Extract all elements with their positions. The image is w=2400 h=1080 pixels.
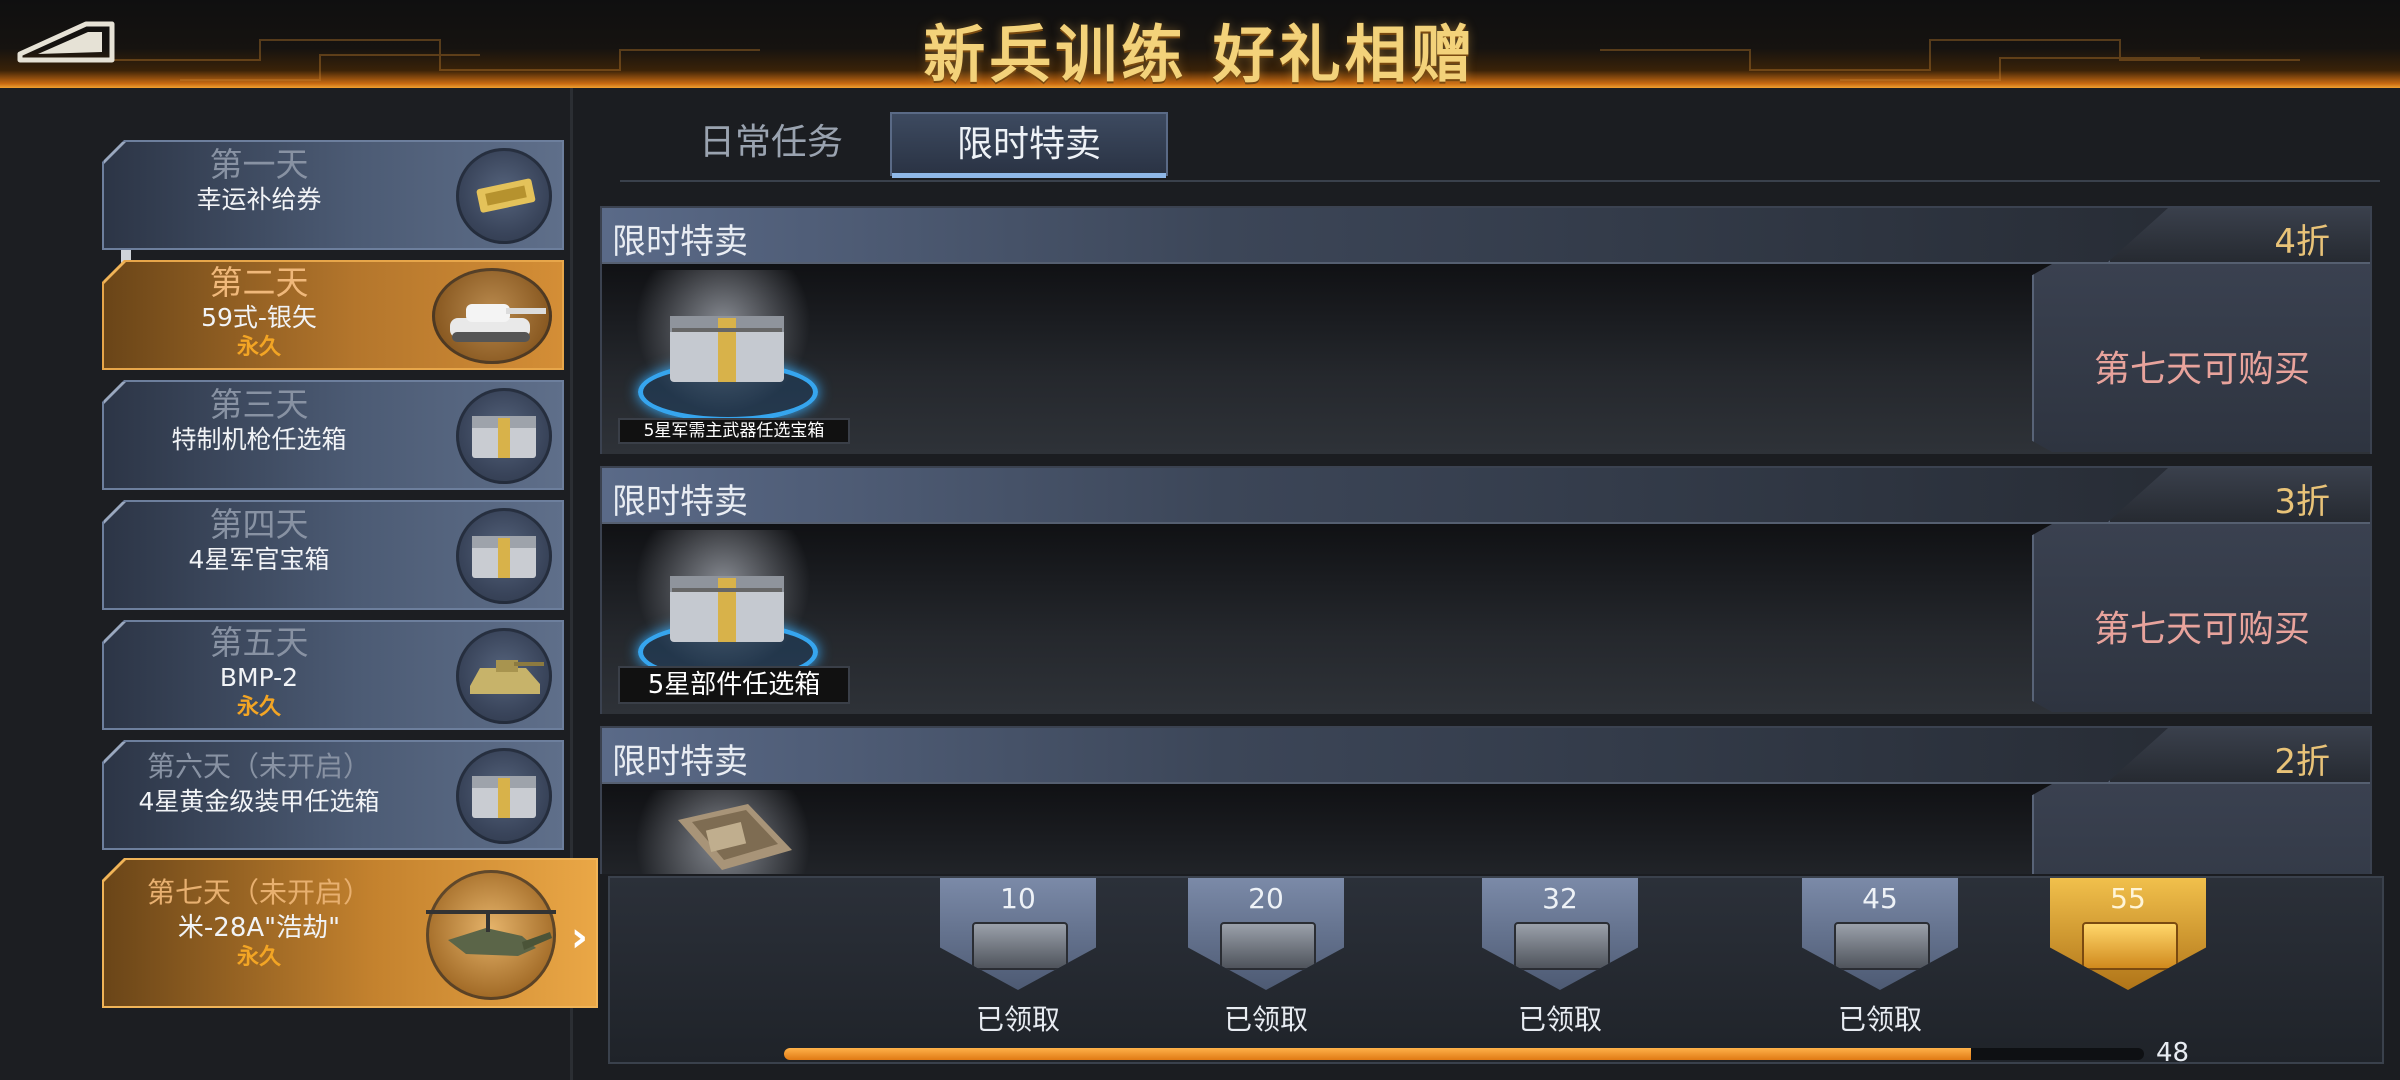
day-label: 第五天 [209,623,309,662]
coupon-icon [456,148,552,244]
sale-list[interactable]: 限时特卖 4折 5星军需主武器任选宝箱 第七天可购买 限时特卖 3折 5星部件任… [600,206,2372,874]
crate-icon [670,316,784,382]
buy-button[interactable]: 第七天可购买 [2032,524,2370,712]
permanent-badge: 永久 [236,945,281,970]
day-reward-name: 幸运补给券 [196,185,322,214]
day-reward-name: 4星黄金级装甲任选箱 [138,787,380,816]
reward-progress-bar: 10 已领取 20 已领取 32 已领取 45 已领取 55 48 [608,876,2384,1068]
day-label: 第三天 [209,385,309,424]
item-name: 5星军需主武器任选宝箱 [618,418,850,444]
claimed-status: 已领取 [975,1003,1060,1036]
day-reward-name: 59式-银矢 [201,303,317,332]
reward-points: 20 [1248,882,1284,915]
day-card-7[interactable]: 第七天（未开启） 米-28A"浩劫" 永久 › [102,858,598,1008]
crate-icon [456,748,552,844]
discount-tag [2108,468,2370,522]
sale-title: 限时特卖 [612,482,748,522]
day-reward-name: 4星军官宝箱 [188,545,330,574]
tab-underline [892,173,1166,178]
helicopter-icon [420,870,560,1000]
reward-chest-55[interactable]: 55 [2050,878,2206,990]
item-name: 5星部件任选箱 [618,666,850,704]
reward-points: 45 [1862,882,1898,915]
sale-header: 限时特卖 2折 [602,728,2370,784]
chest-icon [1220,922,1316,970]
chest-icon [1834,922,1930,970]
day-card-3[interactable]: 第三天 特制机枪任选箱 [102,380,564,490]
tab-daily-tasks[interactable]: 日常任务 [632,112,910,176]
tab-flash-sale[interactable]: 限时特卖 [890,112,1168,178]
discount-label: 2折 [2274,742,2330,782]
day-card-4[interactable]: 第四天 4星军官宝箱 [102,500,564,610]
sale-body [602,784,2370,874]
chest-icon [1514,922,1610,970]
reward-points: 32 [1542,882,1578,915]
sale-body: 5星军需主武器任选宝箱 第七天可购买 [602,264,2370,454]
page-title: 新兵训练 好礼相赠 [923,18,1477,88]
back-icon[interactable] [16,14,118,66]
reward-chest-32[interactable]: 32 [1482,878,1638,990]
sale-title: 限时特卖 [612,222,748,262]
discount-label: 4折 [2274,222,2330,262]
armored-vehicle-icon [456,628,552,724]
claimed-status: 已领取 [1223,1003,1308,1036]
gold-chest-icon [2082,922,2178,970]
progress-fill [784,1048,1972,1060]
day-card-6[interactable]: 第六天（未开启） 4星黄金级装甲任选箱 [102,740,564,850]
progress-value: 48 [2156,1038,2190,1068]
buy-button-label: 第七天可购买 [2093,609,2310,650]
sale-header: 限时特卖 3折 [602,468,2370,524]
claimed-status: 已领取 [1517,1003,1602,1036]
sale-item[interactable] [618,790,828,874]
day-reward-name: 特制机枪任选箱 [171,425,347,454]
sale-body: 5星部件任选箱 第七天可购买 [602,524,2370,714]
day-reward-name: 米-28A"浩劫" [177,913,341,943]
day-card-2[interactable]: 第二天 59式-银矢 永久 [102,260,564,370]
progress-track [784,1048,2144,1060]
component-icon [678,804,792,870]
reward-chest-10[interactable]: 10 [940,878,1096,990]
permanent-badge: 永久 [236,695,281,720]
discount-tag [2108,728,2370,782]
sale-title: 限时特卖 [612,742,748,782]
day-reward-name: BMP-2 [219,663,299,692]
buy-button[interactable] [2032,784,2370,874]
reward-chest-20[interactable]: 20 [1188,878,1344,990]
crate-icon [670,576,784,642]
day-label: 第四天 [209,505,309,544]
permanent-badge: 永久 [236,335,281,360]
day-label: 第六天（未开启） [146,750,371,783]
buy-button[interactable]: 第七天可购买 [2032,264,2370,452]
top-header-bar: 新兵训练 好礼相赠 [0,0,2400,88]
sale-item[interactable]: 5星部件任选箱 [618,530,850,704]
chevron-right-icon[interactable]: › [571,912,588,961]
day-label: 第二天 [209,263,309,302]
sale-panel: 限时特卖 2折 [600,726,2372,874]
day-card-1[interactable]: 第一天 幸运补给券 [102,140,564,250]
sale-item[interactable]: 5星军需主武器任选宝箱 [618,270,850,444]
tab-label: 限时特卖 [956,124,1101,165]
day-card-5[interactable]: 第五天 BMP-2 永久 [102,620,564,730]
crate-icon [456,508,552,604]
sale-panel: 限时特卖 4折 5星军需主武器任选宝箱 第七天可购买 [600,206,2372,454]
sale-panel: 限时特卖 3折 5星部件任选箱 第七天可购买 [600,466,2372,714]
tab-bar: 日常任务 限时特卖 [620,110,2380,182]
reward-points: 55 [2110,882,2146,915]
chest-icon [972,922,1068,970]
buy-button-label: 第七天可购买 [2093,349,2310,390]
day-label: 第七天（未开启） [146,876,371,909]
reward-chest-45[interactable]: 45 [1802,878,1958,990]
discount-label: 3折 [2274,482,2330,522]
claimed-status: 已领取 [1837,1003,1922,1036]
discount-tag [2108,208,2370,262]
sale-header: 限时特卖 4折 [602,208,2370,264]
reward-points: 10 [1000,882,1036,915]
crate-icon [456,388,552,484]
day-label: 第一天 [209,145,309,184]
tank-icon [432,268,552,364]
